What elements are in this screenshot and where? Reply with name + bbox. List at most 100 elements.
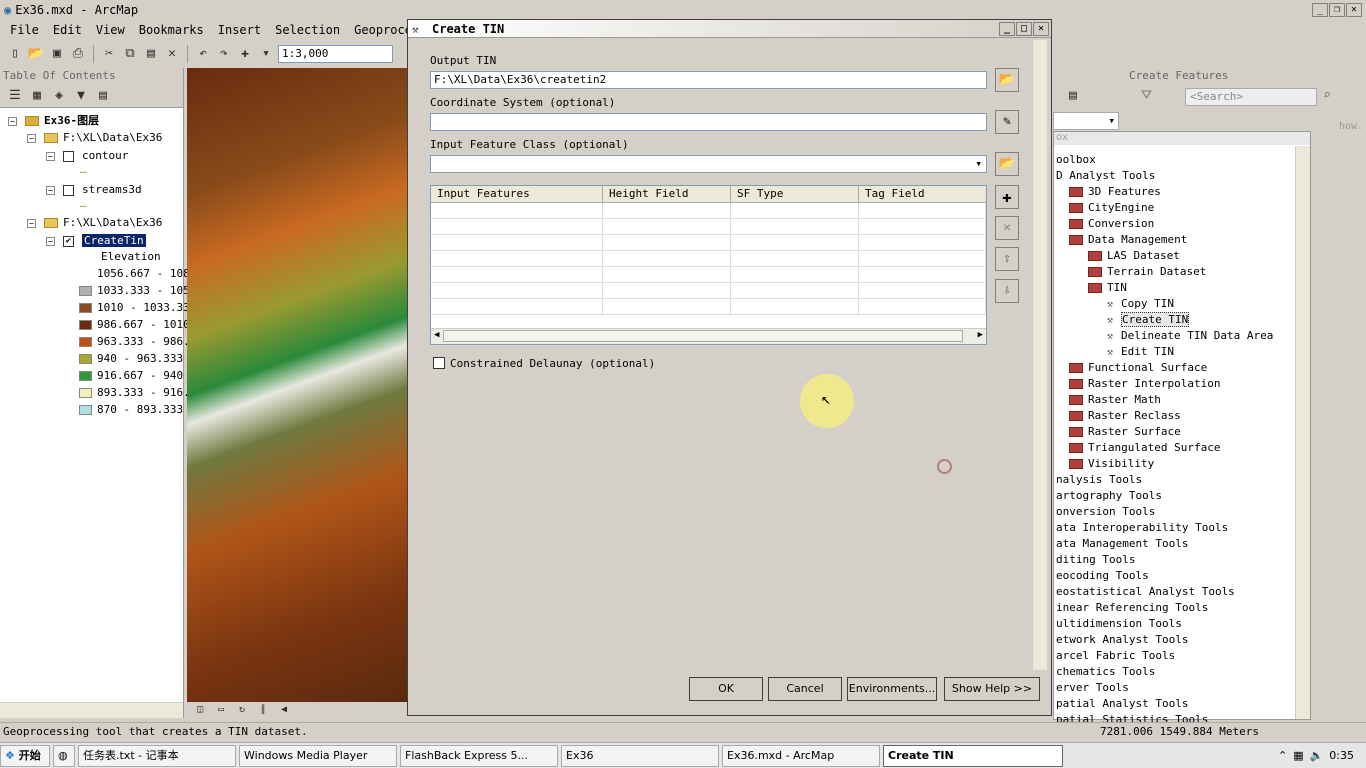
toolbox-tool-item[interactable]: ⚒ Delineate TIN Data Area — [1107, 329, 1273, 344]
volume-icon[interactable]: 🔈 — [1310, 749, 1324, 762]
toolbox-tree-item[interactable]: chematics Tools — [1056, 665, 1155, 679]
constrained-delaunay-checkbox[interactable] — [433, 357, 445, 369]
options-icon[interactable]: ▤ — [94, 87, 112, 105]
toolbox-tree-item[interactable]: Raster Math — [1069, 393, 1161, 407]
taskbar-item-arcmap[interactable]: Ex36.mxd - ArcMap — [722, 744, 880, 767]
environments-button[interactable]: Environments... — [847, 677, 937, 701]
toolbox-tree-item[interactable]: artography Tools — [1056, 489, 1162, 503]
taskbar-item-media-player[interactable]: Windows Media Player — [239, 744, 397, 767]
layout-view-icon[interactable]: ▭ — [212, 701, 230, 719]
open-folder-icon[interactable]: 📂 — [27, 45, 45, 63]
toolbox-tree-item[interactable]: Conversion — [1069, 217, 1154, 231]
menu-view[interactable]: View — [96, 23, 125, 37]
new-document-icon[interactable]: ▯ — [6, 45, 24, 63]
search-icon[interactable]: ⌕ — [1323, 88, 1331, 103]
coordinate-system-input[interactable] — [430, 113, 987, 131]
toolbox-tree-item[interactable]: LAS Dataset — [1088, 249, 1180, 263]
toc-root[interactable]: − Ex36-图层 — [8, 114, 99, 128]
data-view-icon[interactable]: ◫ — [191, 701, 209, 719]
coordinate-properties-icon[interactable]: ✎ — [995, 110, 1019, 134]
menu-bookmarks[interactable]: Bookmarks — [139, 23, 204, 37]
delete-icon[interactable]: ✕ — [163, 45, 181, 63]
dialog-maximize-button[interactable]: □ — [1016, 22, 1032, 36]
output-tin-input[interactable]: F:\XL\Data\Ex36\createtin2 — [430, 71, 987, 89]
network-icon[interactable]: ▦ — [1293, 749, 1303, 762]
toolbox-tree-item[interactable]: oolbox — [1056, 153, 1096, 167]
toolbox-tool-item[interactable]: ⚒ Copy TIN — [1107, 297, 1174, 312]
start-button[interactable]: ❖ 开始 — [0, 744, 50, 767]
chrome-icon[interactable]: ◍ — [53, 744, 75, 767]
save-icon[interactable]: ▣ — [48, 45, 66, 63]
scroll-left-icon[interactable]: ◀ — [275, 701, 293, 719]
menu-selection[interactable]: Selection — [275, 23, 340, 37]
toolbox-tree-item[interactable]: ata Interoperability Tools — [1056, 521, 1228, 535]
chevron-down-icon[interactable]: ▾ — [257, 45, 275, 63]
add-data-icon[interactable]: ✚ — [236, 45, 254, 63]
toolbox-tree-item[interactable]: Terrain Dataset — [1088, 265, 1206, 279]
toolbox-tree-item[interactable]: nalysis Tools — [1056, 473, 1142, 487]
toolbox-tree-item[interactable]: D Analyst Tools — [1056, 169, 1155, 183]
toolbox-tree-item[interactable]: onversion Tools — [1056, 505, 1155, 519]
toolbox-tree-item[interactable]: Data Management — [1069, 233, 1187, 247]
toolbox-tree-item[interactable]: erver Tools — [1056, 681, 1129, 695]
add-row-icon[interactable]: ✚ — [995, 185, 1019, 209]
table-row[interactable] — [431, 203, 986, 219]
create-features-search[interactable]: <Search> — [1185, 88, 1317, 106]
scroll-left-icon[interactable]: ◀ — [434, 330, 439, 340]
toolbox-vertical-scrollbar[interactable] — [1295, 146, 1310, 719]
table-row[interactable] — [431, 251, 986, 267]
input-feature-class-dropdown[interactable]: ▾ — [430, 155, 987, 173]
menu-file[interactable]: File — [10, 23, 39, 37]
print-icon[interactable]: ⎙ — [69, 45, 87, 63]
column-header[interactable]: Tag Field — [859, 186, 986, 202]
scroll-right-icon[interactable]: ▶ — [978, 330, 983, 340]
paste-icon[interactable]: ▤ — [142, 45, 160, 63]
undo-icon[interactable]: ↶ — [194, 45, 212, 63]
toolbox-tree-item[interactable]: TIN — [1088, 281, 1127, 295]
menu-insert[interactable]: Insert — [218, 23, 261, 37]
toc-group-1[interactable]: − F:\XL\Data\Ex36 — [27, 131, 162, 145]
options-icon[interactable]: ▤ — [1069, 88, 1077, 103]
toolbox-tree-item[interactable]: ata Management Tools — [1056, 537, 1188, 551]
toc-group-2[interactable]: − F:\XL\Data\Ex36 — [27, 216, 162, 230]
toolbox-tree-item[interactable]: Triangulated Surface — [1069, 441, 1220, 455]
browse-folder-icon[interactable]: 📂 — [995, 68, 1019, 92]
toc-layer-createtin[interactable]: − ✔ CreateTin — [46, 234, 146, 248]
minimize-button[interactable]: _ — [1312, 2, 1328, 17]
ok-button[interactable]: OK — [689, 677, 763, 701]
dialog-close-button[interactable]: ✕ — [1033, 22, 1049, 36]
toolbox-tree-item[interactable]: etwork Analyst Tools — [1056, 633, 1188, 647]
map-display[interactable] — [187, 68, 407, 702]
taskbar-item-notepad[interactable]: 任务表.txt - 记事本 — [78, 744, 236, 767]
taskbar-item-folder[interactable]: Ex36 — [561, 744, 719, 767]
move-down-icon[interactable]: ⇩ — [995, 279, 1019, 303]
close-button[interactable]: ✕ — [1346, 2, 1362, 17]
pause-icon[interactable]: ∥ — [254, 701, 272, 719]
column-header[interactable]: SF Type — [731, 186, 859, 202]
browse-folder-icon[interactable]: 📂 — [995, 152, 1019, 176]
column-header[interactable]: Height Field — [603, 186, 731, 202]
restore-button[interactable]: ❐ — [1329, 2, 1345, 17]
dialog-vertical-scrollbar[interactable] — [1032, 40, 1047, 670]
toolbox-tree-item[interactable]: Raster Surface — [1069, 425, 1181, 439]
table-row[interactable] — [431, 235, 986, 251]
toc-horizontal-scrollbar[interactable] — [0, 702, 183, 718]
toolbox-tree-item[interactable]: 3D Features — [1069, 185, 1161, 199]
toolbox-tree-item[interactable]: patial Analyst Tools — [1056, 697, 1188, 711]
toolbox-tree-item[interactable]: eostatistical Analyst Tools — [1056, 585, 1235, 599]
cancel-button[interactable]: Cancel — [768, 677, 842, 701]
toolbox-tree-item[interactable]: diting Tools — [1056, 553, 1135, 567]
toolbox-tree-item[interactable]: ultidimension Tools — [1056, 617, 1182, 631]
cut-icon[interactable]: ✂ — [100, 45, 118, 63]
menu-edit[interactable]: Edit — [53, 23, 82, 37]
toc-layer-contour[interactable]: − contour — [46, 149, 128, 163]
dialog-minimize-button[interactable]: _ — [999, 22, 1015, 36]
list-by-selection-icon[interactable]: ▼ — [72, 87, 90, 105]
toolbox-tree-item[interactable]: Raster Reclass — [1069, 409, 1181, 423]
taskbar-item-create-tin[interactable]: Create TIN — [883, 744, 1063, 767]
remove-row-icon[interactable]: ✕ — [995, 216, 1019, 240]
layer-visibility-checkbox[interactable] — [63, 150, 74, 162]
map-scale-input[interactable]: 1:3,000 — [278, 45, 393, 63]
table-row[interactable] — [431, 219, 986, 235]
toolbox-tree-item[interactable]: CityEngine — [1069, 201, 1154, 215]
